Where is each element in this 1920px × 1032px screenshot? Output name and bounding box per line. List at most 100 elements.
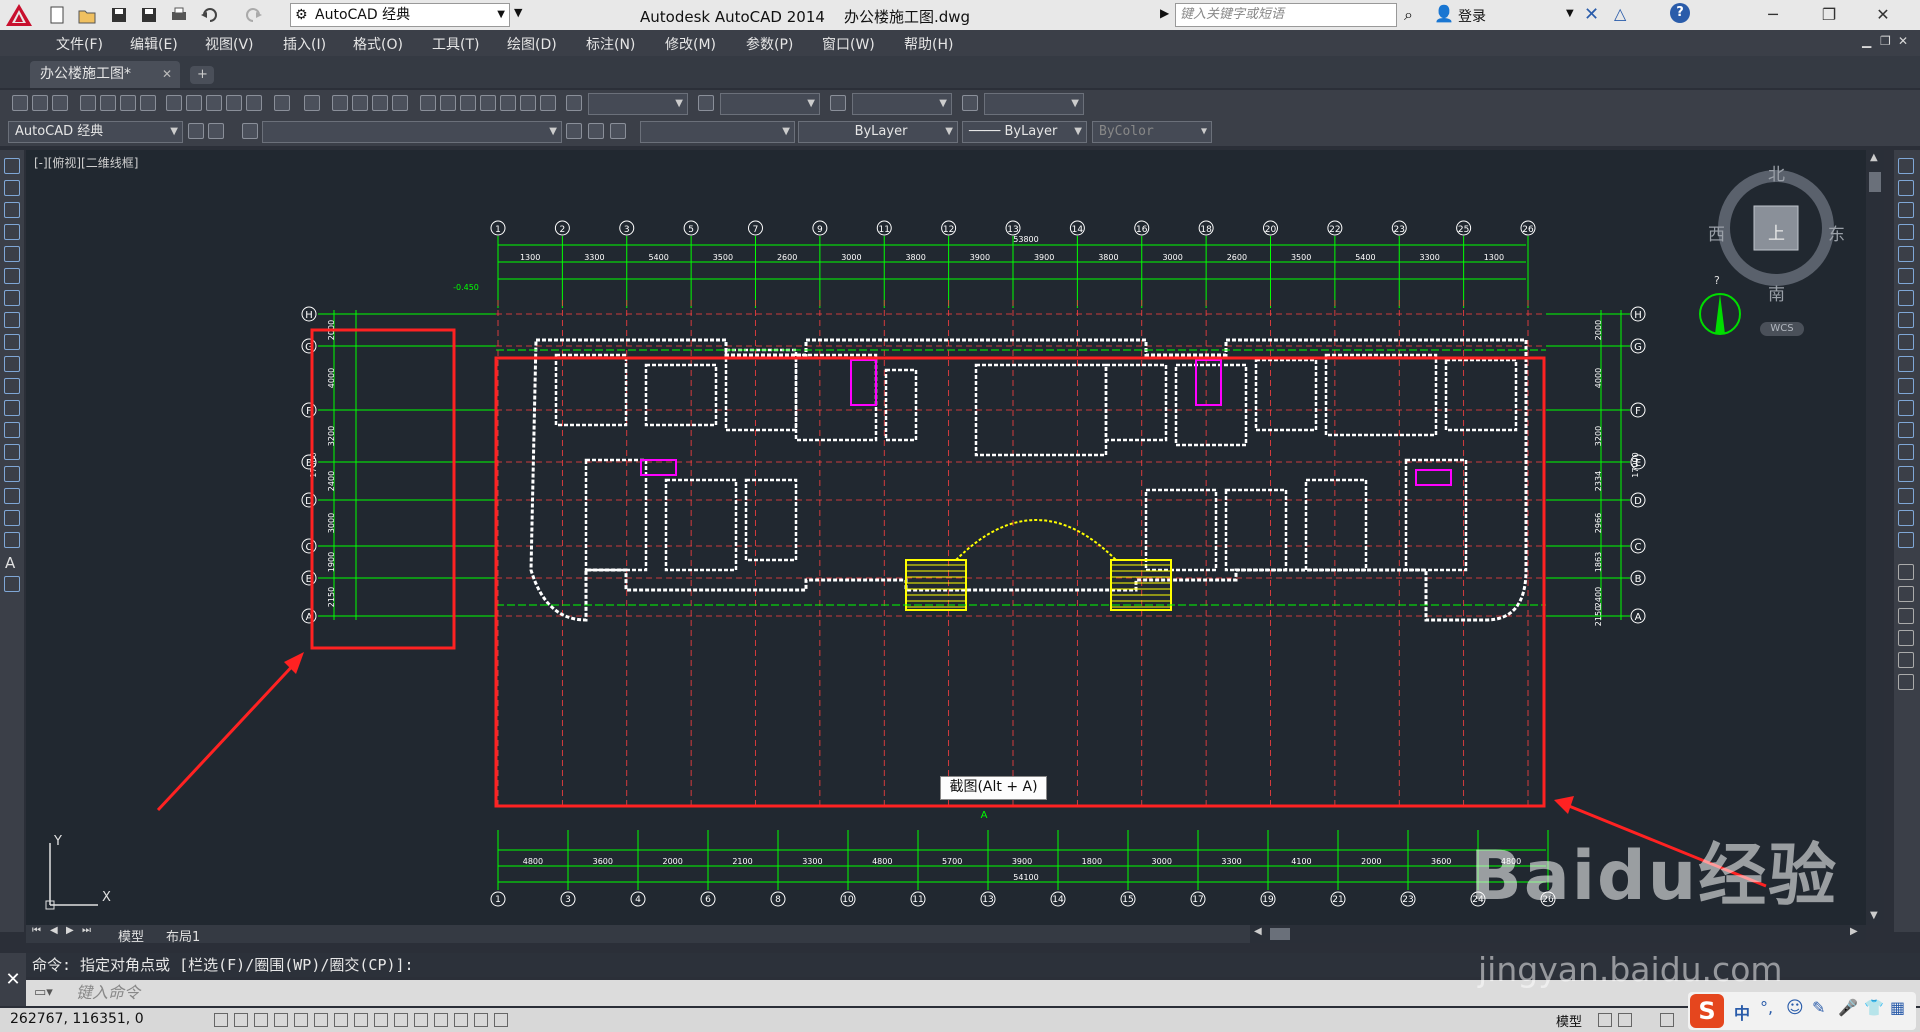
hatch-back-icon[interactable] bbox=[1898, 652, 1914, 668]
otrack-icon[interactable] bbox=[354, 1013, 368, 1027]
scroll-thumb[interactable] bbox=[1869, 172, 1881, 192]
workspace-combo[interactable]: AutoCAD 经典 ▼ bbox=[8, 121, 183, 143]
command-prompt-icon[interactable]: ▭▾ bbox=[34, 980, 53, 1006]
tb-matchprop-icon[interactable] bbox=[226, 95, 242, 111]
autodesk-360-icon[interactable]: △ bbox=[1614, 4, 1626, 23]
sogou-logo-icon[interactable]: S bbox=[1690, 994, 1724, 1028]
tb-markup-icon[interactable] bbox=[500, 95, 516, 111]
punctuation-icon[interactable]: °, bbox=[1760, 998, 1773, 1017]
grid-icon[interactable] bbox=[254, 1013, 268, 1027]
close-button[interactable]: ✕ bbox=[1860, 0, 1906, 30]
join-icon[interactable] bbox=[1898, 444, 1914, 460]
menu-help[interactable]: 帮助(H) bbox=[904, 34, 953, 54]
ime-mode[interactable]: 中 bbox=[1734, 1000, 1750, 1024]
mtext-icon[interactable]: A bbox=[5, 554, 15, 572]
make-block-icon[interactable] bbox=[4, 422, 20, 438]
region-icon[interactable] bbox=[4, 510, 20, 526]
mirror-icon[interactable] bbox=[1898, 202, 1914, 218]
tb-zoom-realtime-icon[interactable] bbox=[352, 95, 368, 111]
scroll-left-icon[interactable]: ◀ bbox=[1254, 926, 1262, 937]
add-selected-icon[interactable] bbox=[4, 576, 20, 592]
move-icon[interactable] bbox=[1898, 268, 1914, 284]
menu-dimension[interactable]: 标注(N) bbox=[586, 34, 635, 54]
scale-icon[interactable] bbox=[1898, 312, 1914, 328]
infer-constraints-icon[interactable] bbox=[214, 1013, 228, 1027]
tb-tablestyle-icon[interactable] bbox=[830, 95, 846, 111]
menu-file[interactable]: 文件(F) bbox=[56, 34, 103, 54]
mleader-style-combo[interactable]: ▼ bbox=[984, 93, 1084, 115]
emoji-icon[interactable]: ☺ bbox=[1786, 998, 1804, 1018]
tab-model[interactable]: 模型 bbox=[118, 926, 144, 945]
workspace-settings-icon[interactable] bbox=[188, 123, 204, 139]
transparency-icon[interactable] bbox=[434, 1013, 448, 1027]
new-tab-button[interactable]: + bbox=[190, 66, 214, 84]
construction-line-icon[interactable] bbox=[4, 180, 20, 196]
lineweight-icon[interactable] bbox=[414, 1013, 428, 1027]
color-combo-blank[interactable]: ▼ bbox=[640, 121, 795, 143]
spline-icon[interactable] bbox=[4, 334, 20, 350]
menu-parameters[interactable]: 参数(P) bbox=[746, 34, 793, 54]
point-icon[interactable] bbox=[4, 444, 20, 460]
tab-prev-icon[interactable]: ◀ bbox=[50, 925, 58, 936]
tab-next-icon[interactable]: ▶ bbox=[66, 925, 74, 936]
circle-icon[interactable] bbox=[4, 290, 20, 306]
search-expand-icon[interactable]: ▶ bbox=[1160, 6, 1169, 20]
osnap-icon[interactable] bbox=[314, 1013, 328, 1027]
annotation-monitor-icon[interactable] bbox=[494, 1013, 508, 1027]
doc-restore-icon[interactable]: ❐ bbox=[1880, 34, 1891, 48]
tb-publish-icon[interactable] bbox=[120, 95, 136, 111]
blend-icon[interactable] bbox=[1898, 510, 1914, 526]
dim-style-combo[interactable]: ▼ bbox=[720, 93, 820, 115]
polygon-icon[interactable] bbox=[4, 224, 20, 240]
open-file-icon[interactable] bbox=[78, 6, 96, 24]
menu-edit[interactable]: 编辑(E) bbox=[130, 34, 178, 54]
tb-new-icon[interactable] bbox=[12, 95, 28, 111]
menu-window[interactable]: 窗口(W) bbox=[822, 34, 875, 54]
tb-redo-icon[interactable] bbox=[304, 95, 320, 111]
search-input[interactable]: 键入关键字或短语 bbox=[1175, 3, 1397, 27]
undo-icon[interactable] bbox=[200, 6, 218, 24]
tb-paste-icon[interactable] bbox=[206, 95, 222, 111]
toolbox-icon[interactable]: ▦ bbox=[1890, 998, 1905, 1017]
tb-properties-icon[interactable] bbox=[420, 95, 436, 111]
new-file-icon[interactable] bbox=[48, 6, 66, 24]
tb-open-icon[interactable] bbox=[32, 95, 48, 111]
text-front-icon[interactable] bbox=[1898, 630, 1914, 646]
tb-blockedit-icon[interactable] bbox=[246, 95, 262, 111]
hatch-icon[interactable] bbox=[4, 466, 20, 482]
quick-view-drawings-icon[interactable] bbox=[1618, 1013, 1632, 1027]
tb-calculator-icon[interactable] bbox=[520, 95, 536, 111]
gradient-icon[interactable] bbox=[4, 488, 20, 504]
trim-icon[interactable] bbox=[1898, 356, 1914, 372]
line-icon[interactable] bbox=[4, 158, 20, 174]
redo-icon[interactable] bbox=[245, 6, 263, 24]
annotation-scale-icon[interactable] bbox=[1660, 1013, 1674, 1027]
insert-block-icon[interactable] bbox=[4, 400, 20, 416]
layer-states-icon[interactable] bbox=[610, 123, 626, 139]
customize-icon[interactable] bbox=[208, 123, 224, 139]
array-icon[interactable] bbox=[1898, 246, 1914, 262]
tab-last-icon[interactable]: ⏭ bbox=[82, 925, 91, 936]
tb-zoom-previous-icon[interactable] bbox=[392, 95, 408, 111]
quick-access-dropdown-icon[interactable]: ▼ bbox=[514, 6, 522, 19]
scroll-down-icon[interactable]: ▼ bbox=[1870, 910, 1878, 921]
break-icon[interactable] bbox=[1898, 422, 1914, 438]
table-icon[interactable] bbox=[4, 532, 20, 548]
tb-toolpalettes-icon[interactable] bbox=[460, 95, 476, 111]
menu-draw[interactable]: 绘图(D) bbox=[507, 34, 557, 54]
login-dropdown-icon[interactable]: ▼ bbox=[1566, 8, 1574, 19]
chamfer-icon[interactable] bbox=[1898, 466, 1914, 482]
coordinate-readout[interactable]: 262767, 116351, 0 bbox=[10, 1011, 144, 1027]
document-tab[interactable]: 办公楼施工图* ✕ bbox=[30, 61, 180, 88]
model-space-button[interactable]: 模型 bbox=[1556, 1011, 1582, 1030]
draworder-icon[interactable] bbox=[1898, 564, 1914, 580]
text-style-combo[interactable]: ▼ bbox=[588, 93, 688, 115]
help-icon[interactable]: ? bbox=[1670, 3, 1690, 23]
tb-plot-icon[interactable] bbox=[80, 95, 96, 111]
explode-icon[interactable] bbox=[1898, 532, 1914, 548]
copy-object-icon[interactable] bbox=[1898, 180, 1914, 196]
polyline-icon[interactable] bbox=[4, 202, 20, 218]
dim-front-icon[interactable] bbox=[1898, 674, 1914, 690]
save-icon[interactable] bbox=[110, 6, 128, 24]
exchange-icon[interactable]: ✕ bbox=[1584, 4, 1599, 25]
